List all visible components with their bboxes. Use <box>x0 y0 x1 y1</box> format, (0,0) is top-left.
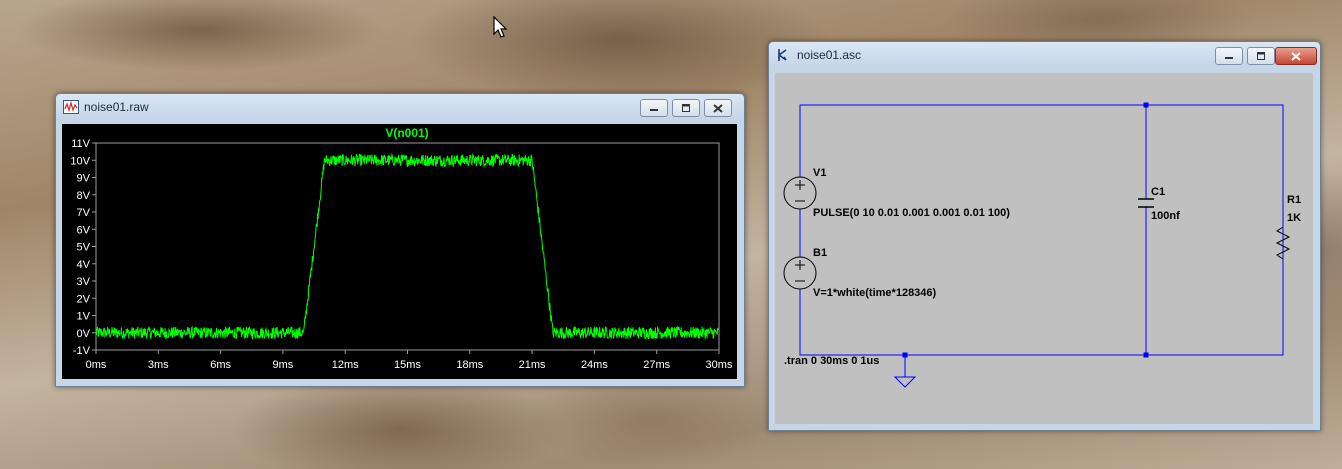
schematic-window[interactable]: noise01.asc V1 PULSE(0 10 0.01 0.001 0.0… <box>768 41 1321 431</box>
maximize-button[interactable] <box>672 99 700 117</box>
c1-label: C1 <box>1151 186 1165 198</box>
x-tick-label: 3ms <box>148 359 169 371</box>
window-title: noise01.raw <box>84 100 149 114</box>
close-button[interactable] <box>1275 47 1317 65</box>
ground-symbol <box>893 376 917 388</box>
b1-value: V=1*white(time*128346) <box>813 287 937 299</box>
waveform-plot[interactable]: V(n001) 11V 10V 9V 8V 7V 6V 5V 4V 3V 2V 1V 0V -1V 0m… <box>62 124 737 379</box>
y-axis: 11V 10V 9V 8V 7V 6V 5V 4V 3V 2V 1V 0V -1V <box>70 138 96 357</box>
v1-label: V1 <box>813 167 826 179</box>
y-tick-label: 6V <box>77 224 91 236</box>
y-tick-label: 4V <box>77 259 91 271</box>
y-tick-label: 8V <box>77 190 91 202</box>
mouse-cursor <box>493 15 508 43</box>
x-tick-label: 12ms <box>332 359 359 371</box>
x-tick-label: 6ms <box>210 359 231 371</box>
y-tick-label: 5V <box>77 242 91 254</box>
schematic-window-titlebar[interactable]: noise01.asc <box>769 42 1320 68</box>
y-tick-label: 2V <box>77 293 91 305</box>
y-tick-label: 3V <box>77 276 91 288</box>
wires <box>799 104 1284 377</box>
y-tick-label: 11V <box>71 138 90 150</box>
waveform-window-titlebar[interactable]: noise01.raw <box>56 94 744 120</box>
x-tick-label: 21ms <box>519 359 546 371</box>
simulation-directive[interactable]: .tran 0 30ms 0 1us <box>784 355 879 367</box>
plot-pane[interactable]: V(n001) 11V 10V 9V 8V 7V 6V 5V 4V 3V 2V 1V 0V -1V 0m… <box>62 124 737 379</box>
schematic-canvas[interactable]: V1 PULSE(0 10 0.01 0.001 0.001 0.01 100)… <box>775 73 1313 424</box>
window-title: noise01.asc <box>797 48 862 62</box>
minimize-button[interactable] <box>1215 47 1243 65</box>
b1-label: B1 <box>813 247 827 259</box>
x-tick-label: 30ms <box>706 359 733 371</box>
plot-title: V(n001) <box>385 126 428 140</box>
x-tick-label: 24ms <box>581 359 608 371</box>
voltage-source-v1[interactable]: V1 PULSE(0 10 0.01 0.001 0.001 0.01 100) <box>783 167 1010 219</box>
x-tick-label: 27ms <box>643 359 670 371</box>
waveform-window[interactable]: noise01.raw V(n001) 11V 10V 9V 8V 7V 6V 5V 4V 3V… <box>55 93 745 387</box>
capacitor-c1[interactable]: C1 100nf <box>1138 186 1180 222</box>
close-icon <box>713 103 723 113</box>
x-tick-label: 0ms <box>86 359 107 371</box>
v1-value: PULSE(0 10 0.01 0.001 0.001 0.01 100) <box>813 207 1010 219</box>
y-tick-label: 7V <box>77 207 91 219</box>
minimize-button[interactable] <box>640 99 668 117</box>
y-tick-label: 0V <box>77 328 91 340</box>
maximize-icon <box>1257 52 1265 60</box>
y-tick-label: -1V <box>73 345 91 357</box>
x-tick-label: 15ms <box>394 359 421 371</box>
behavioral-source-b1[interactable]: B1 V=1*white(time*128346) <box>783 247 937 299</box>
x-tick-label: 9ms <box>273 359 294 371</box>
close-icon <box>1291 51 1301 61</box>
y-tick-label: 1V <box>77 311 91 323</box>
waveform-icon <box>63 100 79 114</box>
close-button[interactable] <box>704 99 732 117</box>
r1-value: 1K <box>1287 212 1301 224</box>
c1-value: 100nf <box>1151 210 1180 222</box>
y-tick-label: 10V <box>70 155 90 167</box>
minimize-icon <box>650 109 658 111</box>
maximize-button[interactable] <box>1247 47 1275 65</box>
ltspice-schematic-icon <box>778 49 787 61</box>
series-trace-v-n001 <box>95 152 720 340</box>
x-tick-label: 18ms <box>456 359 483 371</box>
r1-label: R1 <box>1287 194 1301 206</box>
maximize-icon <box>682 104 690 112</box>
wire-junctions <box>902 102 1149 358</box>
plot-frame <box>95 142 720 351</box>
resistor-r1[interactable]: R1 1K <box>1275 194 1301 260</box>
x-axis: 0ms 3ms 6ms 9ms 12ms 15ms 18ms 21ms 24ms 27ms 30ms <box>86 350 733 371</box>
minimize-icon <box>1225 57 1233 59</box>
y-tick-label: 9V <box>77 173 91 185</box>
